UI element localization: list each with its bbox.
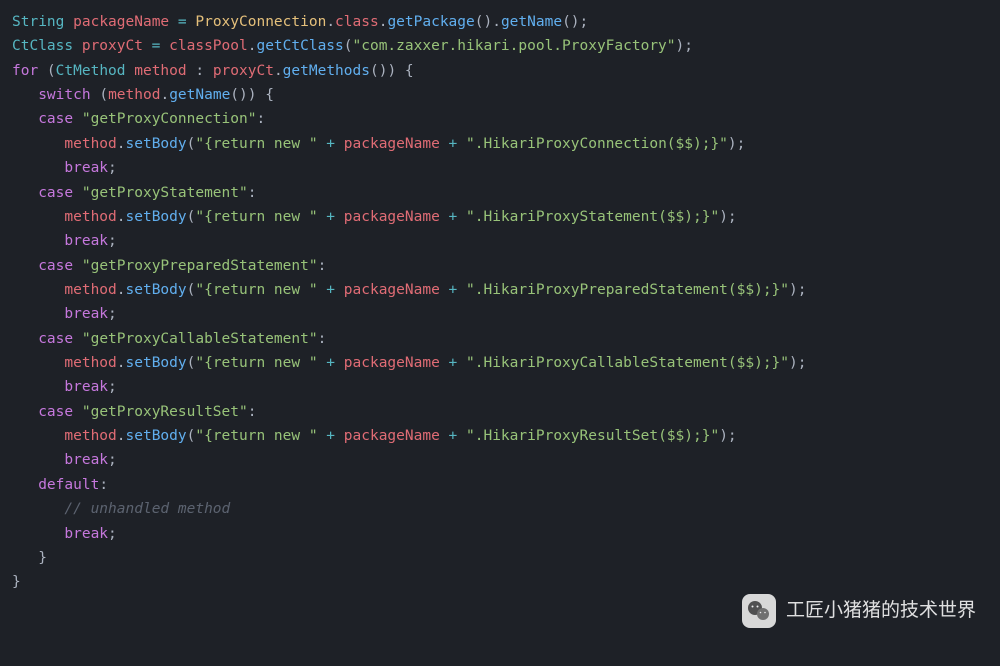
code-body-2: method.setBody("{return new " + packageN… — [12, 209, 737, 225]
code-body-1: method.setBody("{return new " + packageN… — [12, 136, 745, 152]
code-body-3: method.setBody("{return new " + packageN… — [12, 282, 807, 298]
code-close-switch: } — [12, 550, 47, 566]
code-case-3: case "getProxyPreparedStatement": — [12, 258, 326, 274]
code-break-2: break; — [12, 233, 117, 249]
code-line-2: CtClass proxyCt = classPool.getCtClass("… — [12, 38, 693, 54]
wechat-icon — [742, 594, 776, 628]
code-body-5: method.setBody("{return new " + packageN… — [12, 428, 737, 444]
token-type: String — [12, 14, 64, 30]
code-break-default: break; — [12, 526, 117, 542]
code-break-1: break; — [12, 160, 117, 176]
code-close-for: } — [12, 574, 21, 590]
code-line-1: String packageName = ProxyConnection.cla… — [12, 14, 588, 30]
code-break-3: break; — [12, 306, 117, 322]
token-op: = — [169, 14, 195, 30]
code-line-4: switch (method.getName()) { — [12, 87, 274, 103]
code-line-3: for (CtMethod method : proxyCt.getMethod… — [12, 63, 414, 79]
code-body-4: method.setBody("{return new " + packageN… — [12, 355, 807, 371]
code-case-2: case "getProxyStatement": — [12, 185, 256, 201]
token-string: "com.zaxxer.hikari.pool.ProxyFactory" — [353, 38, 676, 54]
token-var: packageName — [73, 14, 169, 30]
code-editor: String packageName = ProxyConnection.cla… — [12, 10, 988, 595]
code-comment: // unhandled method — [12, 501, 230, 517]
watermark: 工匠小猪猪的技术世界 — [742, 594, 976, 628]
token-method: getPackage — [387, 14, 474, 30]
code-default: default: — [12, 477, 108, 493]
code-case-5: case "getProxyResultSet": — [12, 404, 256, 420]
token-class: ProxyConnection — [195, 14, 326, 30]
watermark-text: 工匠小猪猪的技术世界 — [786, 595, 976, 627]
token-keyword: for — [12, 63, 38, 79]
code-case-1: case "getProxyConnection": — [12, 111, 265, 127]
code-case-4: case "getProxyCallableStatement": — [12, 331, 326, 347]
code-break-4: break; — [12, 379, 117, 395]
wechat-svg-icon — [747, 600, 771, 622]
code-break-5: break; — [12, 452, 117, 468]
